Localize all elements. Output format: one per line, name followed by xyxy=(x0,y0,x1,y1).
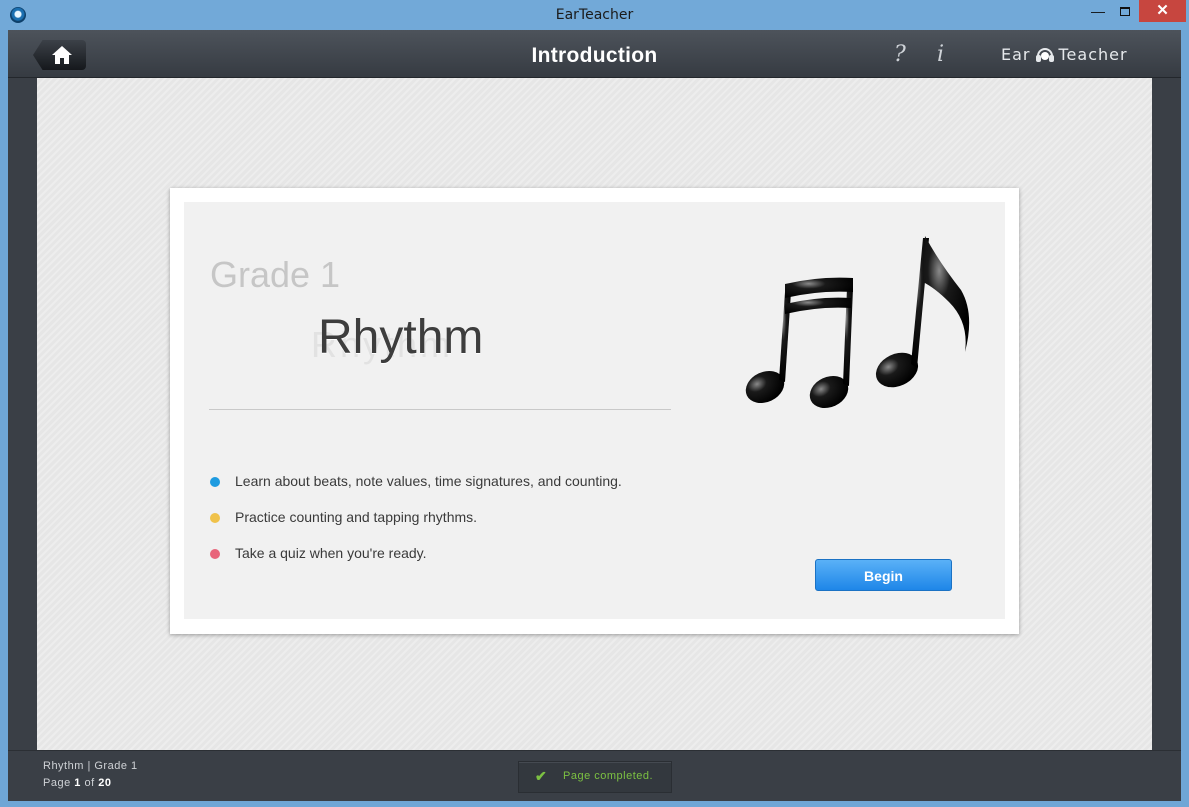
close-button[interactable]: ✕ xyxy=(1139,0,1186,22)
app-window: EarTeacher — ✕ Introduction ? i Ear Teach… xyxy=(0,0,1189,807)
window-title: EarTeacher xyxy=(555,7,634,23)
maximize-icon xyxy=(1120,7,1130,16)
intro-panel: Grade 1 Rhythm Rhythm Learn about beats,… xyxy=(184,202,1005,619)
divider xyxy=(209,409,671,410)
page-current: 1 xyxy=(74,777,81,789)
page-total: 20 xyxy=(98,777,112,789)
grade-label: Grade 1 xyxy=(210,254,341,295)
list-item-text: Practice counting and tapping rhythms. xyxy=(235,509,478,525)
maximize-button[interactable] xyxy=(1112,0,1138,22)
music-notes-icon xyxy=(745,236,970,409)
bullet-dot xyxy=(210,513,220,523)
begin-button[interactable]: Begin xyxy=(815,559,952,591)
breadcrumb: Rhythm | Grade 1 xyxy=(43,760,138,772)
list-item-text: Learn about beats, note values, time sig… xyxy=(235,473,622,489)
bullet-dot xyxy=(210,477,220,487)
logo-text-ear: Ear xyxy=(1001,45,1031,64)
app-frame: Introduction ? i Ear Teacher Grade 1 Rhyt… xyxy=(8,30,1181,801)
minimize-button[interactable]: — xyxy=(1085,0,1111,22)
earteacher-logo: Ear Teacher xyxy=(1001,45,1128,64)
status-text: Page completed. xyxy=(563,770,654,782)
bullet-dot xyxy=(210,549,220,559)
page-of: of xyxy=(84,777,95,789)
help-button[interactable]: ? xyxy=(894,42,906,67)
subject-title: Rhythm xyxy=(318,311,484,364)
intro-card: Grade 1 Rhythm Rhythm Learn about beats,… xyxy=(170,188,1019,634)
page-prefix: Page xyxy=(43,777,71,789)
info-button[interactable]: i xyxy=(937,42,944,67)
content-area: Grade 1 Rhythm Rhythm Learn about beats,… xyxy=(37,78,1152,750)
list-item-text: Take a quiz when you're ready. xyxy=(235,545,427,561)
page-indicator: Page 1 of 20 xyxy=(43,777,111,789)
headphones-logo-icon xyxy=(1035,48,1054,62)
logo-text-teacher: Teacher xyxy=(1058,45,1128,64)
top-toolbar: Introduction ? i Ear Teacher xyxy=(8,30,1181,78)
page-status-badge: ✔ Page completed. xyxy=(518,761,672,793)
status-bar: Rhythm | Grade 1 Page 1 of 20 ✔ Page com… xyxy=(8,750,1181,801)
title-bar[interactable]: EarTeacher — ✕ xyxy=(0,0,1189,30)
checkmark-icon: ✔ xyxy=(535,768,547,784)
